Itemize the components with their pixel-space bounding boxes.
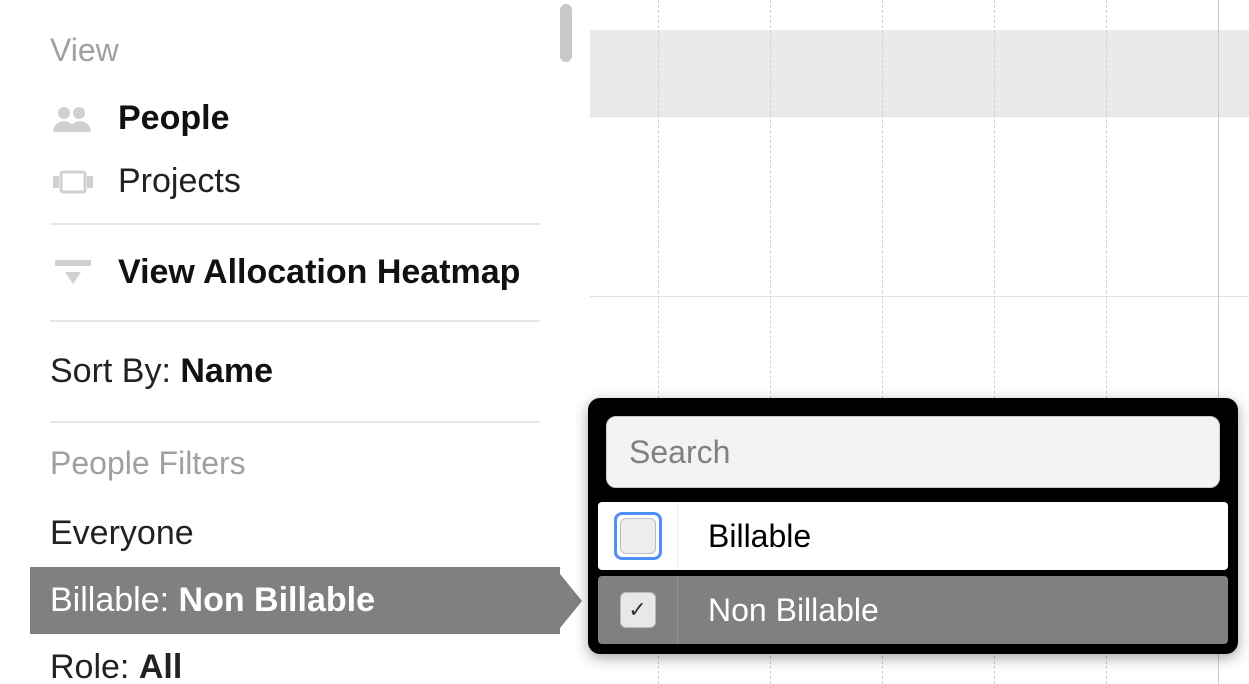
filter-role-value: All	[139, 648, 182, 684]
people-icon	[50, 103, 96, 135]
option-billable[interactable]: Billable	[598, 502, 1228, 570]
option-non-billable-label: Non Billable	[678, 592, 1228, 629]
nav-item-projects-label: Projects	[118, 162, 241, 201]
checkbox-icon: ✓	[620, 592, 656, 628]
filter-role[interactable]: Role: All	[50, 634, 540, 684]
option-billable-checkbox-cell[interactable]	[598, 502, 678, 570]
scrollbar-thumb[interactable]	[560, 4, 572, 62]
filter-everyone-label: Everyone	[50, 514, 194, 552]
filter-billable-value: Non Billable	[179, 581, 375, 619]
sort-by-label: Sort By:	[50, 352, 180, 390]
filter-billable-label: Billable:	[50, 581, 179, 619]
section-label-view: View	[50, 20, 540, 87]
nav-item-heatmap-label: View Allocation Heatmap	[118, 253, 520, 292]
section-label-people-filters: People Filters	[50, 433, 540, 500]
grid-header-band	[590, 30, 1249, 116]
nav-item-people[interactable]: People	[50, 87, 540, 150]
sidebar: View People Projects View Allocation Hea…	[30, 0, 560, 684]
sort-by-row[interactable]: Sort By: Name	[50, 332, 540, 411]
checkbox-icon	[620, 518, 656, 554]
checkbox-focus-ring	[614, 512, 662, 560]
option-billable-label: Billable	[678, 518, 1228, 555]
sort-by-value: Name	[180, 352, 273, 390]
grid-line-h	[590, 116, 1249, 117]
divider	[50, 223, 540, 225]
divider	[50, 421, 540, 423]
search-input[interactable]	[606, 416, 1220, 488]
option-non-billable[interactable]: ✓ Non Billable	[598, 576, 1228, 644]
billable-filter-popover: Billable ✓ Non Billable	[588, 398, 1238, 654]
option-non-billable-checkbox-cell[interactable]: ✓	[598, 576, 678, 644]
nav-item-people-label: People	[118, 99, 229, 138]
grid-line-h	[590, 296, 1249, 297]
nav-item-heatmap[interactable]: View Allocation Heatmap	[50, 235, 540, 310]
divider	[50, 320, 540, 322]
filter-role-label: Role:	[50, 648, 139, 684]
heatmap-icon	[50, 257, 96, 289]
nav-item-projects[interactable]: Projects	[50, 150, 540, 213]
filter-everyone[interactable]: Everyone	[50, 500, 540, 567]
projects-icon	[50, 166, 96, 198]
filter-billable[interactable]: Billable: Non Billable	[30, 567, 560, 634]
